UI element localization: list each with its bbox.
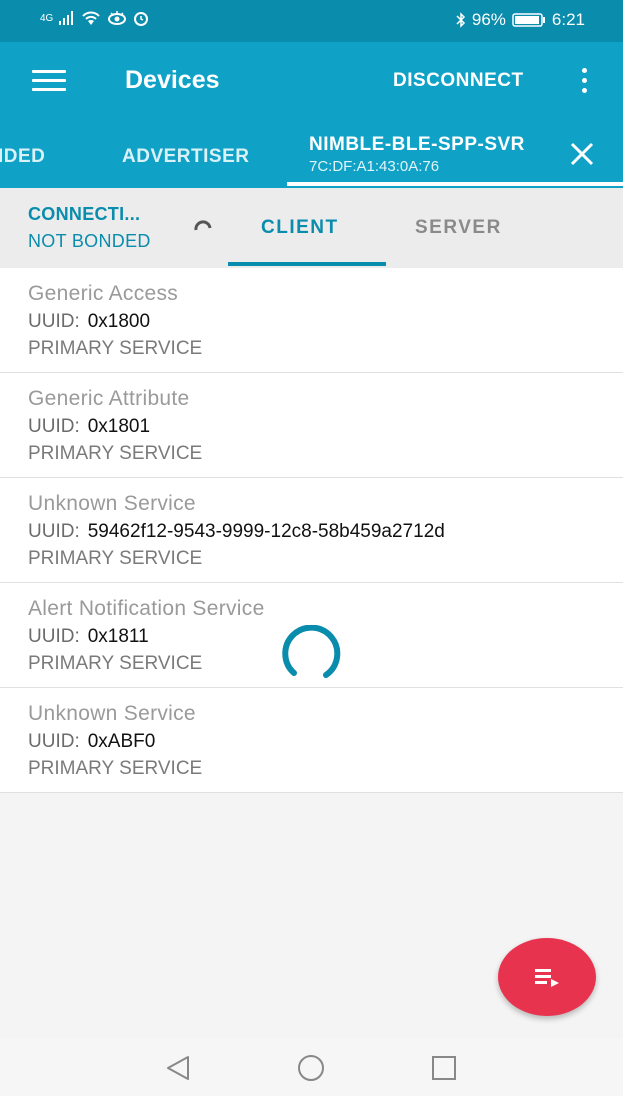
service-type: PRIMARY SERVICE <box>28 443 203 464</box>
system-nav-bar <box>0 1038 623 1096</box>
active-device-tab-indicator <box>287 182 623 186</box>
service-uuid-row: UUID: 0x1800 <box>28 311 150 333</box>
status-left: 4G <box>40 10 149 26</box>
tab-device-name[interactable]: NIMBLE-BLE-SPP-SVR <box>309 134 525 156</box>
refresh-icon <box>194 220 212 231</box>
network-type: 4G <box>40 12 54 24</box>
service-uuid: 0x1800 <box>87 311 151 332</box>
active-subtab-indicator <box>228 262 386 266</box>
list-item[interactable]: Unknown Service UUID: 0xABF0 PRIMARY SERV… <box>0 688 623 793</box>
app-toolbar: Devices DISCONNECT <box>0 42 623 122</box>
service-uuid-row: UUID: 59462f12-9543-9999-12c8-58b459a2712… <box>28 521 445 543</box>
service-name: Unknown Service <box>28 702 196 725</box>
list-item[interactable]: Generic Access UUID: 0x1800 PRIMARY SERVI… <box>0 268 623 373</box>
connection-state: CONNECTI... <box>28 204 141 224</box>
uuid-label: UUID: <box>28 416 80 437</box>
tab-client[interactable]: CLIENT <box>261 217 339 239</box>
service-uuid-row: UUID: 0x1811 <box>28 626 149 648</box>
service-name: Generic Access <box>28 282 179 305</box>
tab-server[interactable]: SERVER <box>415 217 502 239</box>
service-type: PRIMARY SERVICE <box>28 758 203 779</box>
alarm-icon <box>134 12 149 26</box>
disconnect-button[interactable]: DISCONNECT <box>393 70 524 92</box>
uuid-label: UUID: <box>28 521 80 542</box>
service-uuid: 0x1801 <box>87 416 151 437</box>
eye-icon <box>108 11 127 25</box>
more-vert-icon[interactable] <box>579 68 589 98</box>
service-type: PRIMARY SERVICE <box>28 653 203 674</box>
signal-icon <box>59 11 74 25</box>
service-type: PRIMARY SERVICE <box>28 338 203 359</box>
service-uuid-row: UUID: 0x1801 <box>28 416 150 438</box>
clock: 6:21 <box>551 10 585 29</box>
service-uuid: 59462f12-9543-9999-12c8-58b459a2712d <box>87 521 445 542</box>
status-bar: 4G 96% 6:21 <box>0 0 623 42</box>
page-title: Devices <box>125 66 220 94</box>
home-circle-icon[interactable] <box>296 1053 326 1083</box>
service-uuid: 0xABF0 <box>87 731 156 752</box>
log-button[interactable] <box>498 938 596 1016</box>
connection-bar: CONNECTI... NOT BONDED CLIENT SERVER <box>0 188 623 269</box>
service-type: PRIMARY SERVICE <box>28 548 203 569</box>
service-uuid: 0x1811 <box>87 626 149 647</box>
back-triangle-icon[interactable] <box>163 1053 193 1083</box>
battery-percent: 96% <box>471 10 506 29</box>
uuid-label: UUID: <box>28 731 80 752</box>
list-item[interactable]: Unknown Service UUID: 59462f12-9543-9999-… <box>0 478 623 583</box>
service-name: Generic Attribute <box>28 387 190 410</box>
service-uuid-row: UUID: 0xABF0 <box>28 731 155 753</box>
recents-square-icon[interactable] <box>429 1053 459 1083</box>
device-mac-address: 7C:DF:A1:43:0A:76 <box>309 158 440 175</box>
device-tabs: IDED ADVERTISER NIMBLE-BLE-SPP-SVR 7C:DF… <box>0 122 623 188</box>
wifi-icon <box>82 11 101 25</box>
loading-spinner-icon <box>282 625 341 678</box>
bluetooth-icon <box>456 12 465 28</box>
services-list: Generic Access UUID: 0x1800 PRIMARY SERVI… <box>0 268 623 793</box>
tab-bonded[interactable]: IDED <box>0 146 45 168</box>
service-name: Alert Notification Service <box>28 597 265 620</box>
list-item[interactable]: Generic Attribute UUID: 0x1801 PRIMARY SE… <box>0 373 623 478</box>
status-right: 96% 6:21 <box>456 10 585 30</box>
service-name: Unknown Service <box>28 492 196 515</box>
log-list-icon <box>535 969 559 987</box>
close-icon[interactable] <box>568 140 596 168</box>
tab-advertiser[interactable]: ADVERTISER <box>122 146 249 168</box>
uuid-label: UUID: <box>28 311 80 332</box>
uuid-label: UUID: <box>28 626 80 647</box>
bond-state: NOT BONDED <box>28 231 151 251</box>
battery-icon <box>512 13 545 27</box>
hamburger-icon[interactable] <box>32 70 66 94</box>
